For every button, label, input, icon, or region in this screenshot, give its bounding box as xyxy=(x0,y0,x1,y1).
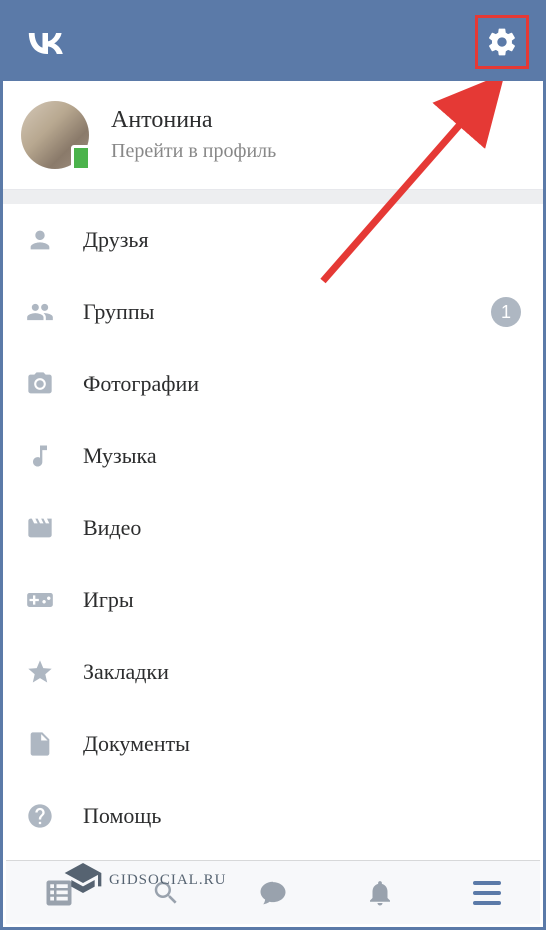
menu-item-photos[interactable]: Фотографии xyxy=(3,348,543,420)
profile-name: Антонина xyxy=(111,107,276,134)
avatar-wrap xyxy=(21,101,89,169)
hamburger-icon xyxy=(473,881,501,905)
settings-button[interactable] xyxy=(475,15,529,69)
app-header xyxy=(3,3,543,81)
photos-icon xyxy=(25,369,55,399)
profile-section[interactable]: Антонина Перейти в профиль xyxy=(3,81,543,190)
menu-label: Помощь xyxy=(83,803,521,829)
menu-label: Музыка xyxy=(83,443,521,469)
graduation-cap-icon xyxy=(63,858,103,903)
documents-icon xyxy=(25,729,55,759)
menu-label: Друзья xyxy=(83,227,521,253)
games-icon xyxy=(25,585,55,615)
menu-item-music[interactable]: Музыка xyxy=(3,420,543,492)
menu-item-games[interactable]: Игры xyxy=(3,564,543,636)
menu-item-documents[interactable]: Документы xyxy=(3,708,543,780)
gear-icon xyxy=(486,26,518,58)
bell-icon xyxy=(365,878,395,908)
video-icon xyxy=(25,513,55,543)
nav-messages[interactable] xyxy=(220,861,327,924)
menu-item-bookmarks[interactable]: Закладки xyxy=(3,636,543,708)
menu-label: Закладки xyxy=(83,659,521,685)
vk-logo xyxy=(21,21,69,63)
watermark-text: GIDSOCIAL.RU xyxy=(109,872,226,889)
profile-text: Антонина Перейти в профиль xyxy=(111,107,276,163)
groups-badge: 1 xyxy=(491,297,521,327)
menu-item-friends[interactable]: Друзья xyxy=(3,204,543,276)
menu-label: Фотографии xyxy=(83,371,521,397)
help-icon xyxy=(25,801,55,831)
profile-subtitle: Перейти в профиль xyxy=(111,140,276,163)
menu-list: Друзья Группы 1 Фотографии Музыка Видео … xyxy=(3,204,543,852)
music-icon xyxy=(25,441,55,471)
nav-notifications[interactable] xyxy=(326,861,433,924)
watermark: GIDSOCIAL.RU xyxy=(63,858,226,903)
menu-item-groups[interactable]: Группы 1 xyxy=(3,276,543,348)
menu-label: Игры xyxy=(83,587,521,613)
bookmarks-icon xyxy=(25,657,55,687)
groups-icon xyxy=(25,297,55,327)
online-mobile-badge xyxy=(71,145,91,171)
menu-label: Группы xyxy=(83,299,463,325)
menu-item-video[interactable]: Видео xyxy=(3,492,543,564)
menu-item-help[interactable]: Помощь xyxy=(3,780,543,852)
menu-label: Видео xyxy=(83,515,521,541)
nav-menu[interactable] xyxy=(433,861,540,924)
messages-icon xyxy=(258,878,288,908)
friends-icon xyxy=(25,225,55,255)
menu-label: Документы xyxy=(83,731,521,757)
section-spacer xyxy=(3,190,543,204)
